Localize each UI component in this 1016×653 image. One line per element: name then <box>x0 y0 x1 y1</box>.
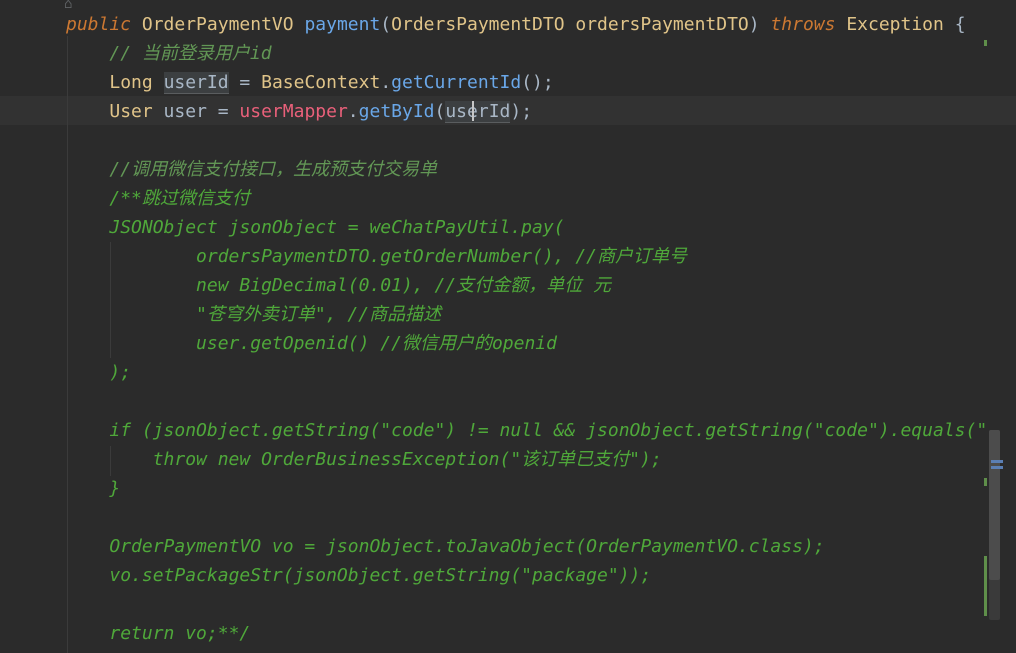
code-token: userMapper <box>239 101 348 122</box>
code-token: ( <box>434 101 446 122</box>
code-token: OrderPaymentVO <box>141 14 294 35</box>
code-line[interactable]: ); <box>66 358 131 387</box>
code-token: Long <box>109 72 153 93</box>
code-token: } <box>109 478 121 499</box>
code-line[interactable]: JSONObject jsonObject = weChatPayUtil.pa… <box>66 213 565 242</box>
code-line[interactable]: return vo;**/ <box>66 619 250 648</box>
code-token: user = <box>152 101 240 122</box>
code-token: User <box>109 101 153 122</box>
code-line[interactable]: /**跳过微信支付 <box>66 184 250 213</box>
code-token: ); <box>109 362 132 383</box>
scrollbar-thumb[interactable] <box>989 430 1000 580</box>
code-line[interactable]: vo.setPackageStr(jsonObject.getString("p… <box>66 561 651 590</box>
code-line[interactable]: OrderPaymentVO vo = jsonObject.toJavaObj… <box>66 532 825 561</box>
change-marker <box>984 556 987 616</box>
code-token: ); <box>510 101 533 122</box>
change-marker <box>984 40 987 46</box>
code-token: return vo;**/ <box>109 623 251 644</box>
code-line[interactable]: User user = userMapper.getById(userId); <box>66 97 532 126</box>
code-editor[interactable]: ⌂ public OrderPaymentVO payment(OrdersPa… <box>0 0 1016 653</box>
code-token: ordersPaymentDTO.getOrderNumber(), //商户订… <box>196 246 688 267</box>
code-token: OrdersPaymentDTO <box>391 14 565 35</box>
code-token: = <box>228 72 262 93</box>
code-token: /**跳过微信支付 <box>109 188 250 209</box>
text-cursor <box>472 101 474 121</box>
code-token: OrderPaymentVO vo = jsonObject.toJavaObj… <box>109 536 825 557</box>
code-line[interactable]: "苍穹外卖订单", //商品描述 <box>66 300 441 329</box>
search-match-marker <box>991 466 1003 469</box>
code-token: throws <box>770 14 836 35</box>
code-line[interactable]: throw new OrderBusinessException("该订单已支付… <box>66 445 662 474</box>
code-token: getById <box>358 101 435 122</box>
code-token: ordersPaymentDTO <box>575 14 749 35</box>
code-line[interactable]: new BigDecimal(0.01), //支付金额，单位 元 <box>66 271 611 300</box>
vertical-scrollbar[interactable] <box>989 430 1000 620</box>
code-token: userId <box>163 72 229 94</box>
code-line[interactable]: } <box>66 474 120 503</box>
code-token: // 当前登录用户id <box>109 43 272 64</box>
code-token: if (jsonObject.getString("code") != null… <box>109 420 988 441</box>
search-match-marker <box>991 460 1003 463</box>
code-token: Exception <box>846 14 944 35</box>
code-line[interactable]: //调用微信支付接口，生成预支付交易单 <box>66 155 437 184</box>
change-marker <box>984 478 987 486</box>
code-line[interactable]: public OrderPaymentVO payment(OrdersPaym… <box>66 10 966 39</box>
code-token: user.getOpenid() //微信用户的openid <box>196 333 557 354</box>
code-token: . <box>380 72 392 93</box>
code-token: getCurrentId <box>391 72 522 93</box>
code-token: payment <box>304 14 381 35</box>
code-token: ( <box>380 14 392 35</box>
code-token: { <box>943 14 966 35</box>
code-token: vo.setPackageStr(jsonObject.getString("p… <box>109 565 652 586</box>
code-token: BaseContext <box>261 72 381 93</box>
code-token: (); <box>521 72 554 93</box>
code-token: //调用微信支付接口，生成预支付交易单 <box>109 159 438 180</box>
code-token: "苍穹外卖订单", //商品描述 <box>196 304 442 325</box>
code-line[interactable]: ordersPaymentDTO.getOrderNumber(), //商户订… <box>66 242 687 271</box>
code-line[interactable]: user.getOpenid() //微信用户的openid <box>66 329 557 358</box>
code-token: new BigDecimal(0.01), //支付金额，单位 元 <box>196 275 611 296</box>
code-token: throw new OrderBusinessException("该订单已支付… <box>152 449 662 470</box>
code-token: JSONObject jsonObject = weChatPayUtil.pa… <box>109 217 565 238</box>
code-token: . <box>347 101 359 122</box>
code-token: userId <box>445 101 511 123</box>
code-token: public <box>66 14 132 35</box>
code-line[interactable]: // 当前登录用户id <box>66 39 272 68</box>
code-line[interactable]: Long userId = BaseContext.getCurrentId()… <box>66 68 554 97</box>
code-token: ) <box>748 14 771 35</box>
code-line[interactable]: if (jsonObject.getString("code") != null… <box>66 416 987 445</box>
